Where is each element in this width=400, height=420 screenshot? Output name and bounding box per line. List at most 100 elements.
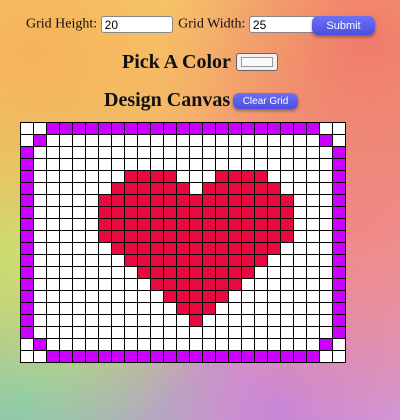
grid-cell[interactable] — [267, 350, 281, 363]
grid-cell[interactable] — [59, 134, 73, 147]
grid-cell[interactable] — [176, 218, 190, 231]
grid-cell[interactable] — [293, 218, 307, 231]
grid-cell[interactable] — [215, 230, 229, 243]
grid-cell[interactable] — [176, 134, 190, 147]
grid-cell[interactable] — [280, 290, 294, 303]
grid-cell[interactable] — [332, 290, 346, 303]
grid-cell[interactable] — [98, 218, 112, 231]
grid-cell[interactable] — [124, 326, 138, 339]
grid-cell[interactable] — [33, 170, 47, 183]
grid-cell[interactable] — [293, 338, 307, 351]
grid-cell[interactable] — [124, 230, 138, 243]
grid-cell[interactable] — [137, 134, 151, 147]
grid-cell[interactable] — [319, 170, 333, 183]
grid-cell[interactable] — [46, 134, 60, 147]
grid-cell[interactable] — [280, 326, 294, 339]
grid-cell[interactable] — [111, 266, 125, 279]
grid-cell[interactable] — [228, 314, 242, 327]
grid-cell[interactable] — [20, 338, 34, 351]
grid-cell[interactable] — [98, 122, 112, 135]
grid-cell[interactable] — [293, 158, 307, 171]
grid-cell[interactable] — [46, 266, 60, 279]
grid-cell[interactable] — [72, 182, 86, 195]
grid-cell[interactable] — [124, 134, 138, 147]
grid-cell[interactable] — [163, 290, 177, 303]
grid-cell[interactable] — [332, 218, 346, 231]
grid-cell[interactable] — [137, 326, 151, 339]
grid-cell[interactable] — [176, 266, 190, 279]
grid-cell[interactable] — [124, 278, 138, 291]
grid-cell[interactable] — [176, 350, 190, 363]
grid-cell[interactable] — [46, 146, 60, 159]
grid-cell[interactable] — [293, 290, 307, 303]
grid-cell[interactable] — [98, 206, 112, 219]
grid-cell[interactable] — [215, 194, 229, 207]
grid-cell[interactable] — [72, 158, 86, 171]
grid-cell[interactable] — [59, 314, 73, 327]
grid-cell[interactable] — [176, 278, 190, 291]
grid-cell[interactable] — [150, 314, 164, 327]
grid-cell[interactable] — [267, 206, 281, 219]
grid-cell[interactable] — [33, 278, 47, 291]
grid-cell[interactable] — [176, 206, 190, 219]
grid-cell[interactable] — [332, 206, 346, 219]
grid-cell[interactable] — [319, 314, 333, 327]
grid-cell[interactable] — [332, 134, 346, 147]
grid-cell[interactable] — [85, 326, 99, 339]
grid-cell[interactable] — [111, 242, 125, 255]
grid-cell[interactable] — [293, 350, 307, 363]
grid-cell[interactable] — [332, 194, 346, 207]
grid-cell[interactable] — [111, 134, 125, 147]
grid-cell[interactable] — [98, 182, 112, 195]
grid-cell[interactable] — [59, 206, 73, 219]
grid-cell[interactable] — [20, 266, 34, 279]
grid-cell[interactable] — [228, 350, 242, 363]
grid-cell[interactable] — [46, 194, 60, 207]
grid-cell[interactable] — [176, 302, 190, 315]
grid-cell[interactable] — [137, 290, 151, 303]
grid-cell[interactable] — [124, 242, 138, 255]
grid-cell[interactable] — [228, 278, 242, 291]
grid-cell[interactable] — [176, 122, 190, 135]
grid-cell[interactable] — [293, 242, 307, 255]
grid-cell[interactable] — [20, 206, 34, 219]
grid-cell[interactable] — [72, 266, 86, 279]
grid-cell[interactable] — [85, 146, 99, 159]
grid-cell[interactable] — [124, 266, 138, 279]
grid-cell[interactable] — [163, 302, 177, 315]
grid-cell[interactable] — [85, 302, 99, 315]
grid-cell[interactable] — [254, 170, 268, 183]
grid-cell[interactable] — [137, 194, 151, 207]
grid-cell[interactable] — [163, 182, 177, 195]
grid-cell[interactable] — [59, 290, 73, 303]
grid-cell[interactable] — [202, 314, 216, 327]
grid-cell[interactable] — [72, 290, 86, 303]
grid-cell[interactable] — [85, 218, 99, 231]
grid-cell[interactable] — [72, 242, 86, 255]
grid-cell[interactable] — [124, 302, 138, 315]
grid-cell[interactable] — [20, 158, 34, 171]
grid-cell[interactable] — [72, 302, 86, 315]
grid-cell[interactable] — [215, 278, 229, 291]
grid-cell[interactable] — [98, 230, 112, 243]
grid-cell[interactable] — [215, 242, 229, 255]
grid-cell[interactable] — [202, 338, 216, 351]
grid-cell[interactable] — [137, 146, 151, 159]
grid-cell[interactable] — [46, 158, 60, 171]
grid-cell[interactable] — [280, 338, 294, 351]
grid-cell[interactable] — [306, 146, 320, 159]
grid-cell[interactable] — [267, 182, 281, 195]
grid-cell[interactable] — [111, 314, 125, 327]
grid-cell[interactable] — [280, 170, 294, 183]
grid-cell[interactable] — [306, 218, 320, 231]
grid-cell[interactable] — [189, 326, 203, 339]
grid-cell[interactable] — [215, 338, 229, 351]
grid-cell[interactable] — [241, 338, 255, 351]
grid-cell[interactable] — [163, 338, 177, 351]
grid-cell[interactable] — [72, 194, 86, 207]
grid-cell[interactable] — [254, 326, 268, 339]
grid-cell[interactable] — [306, 302, 320, 315]
grid-cell[interactable] — [254, 182, 268, 195]
grid-cell[interactable] — [267, 314, 281, 327]
grid-cell[interactable] — [46, 278, 60, 291]
